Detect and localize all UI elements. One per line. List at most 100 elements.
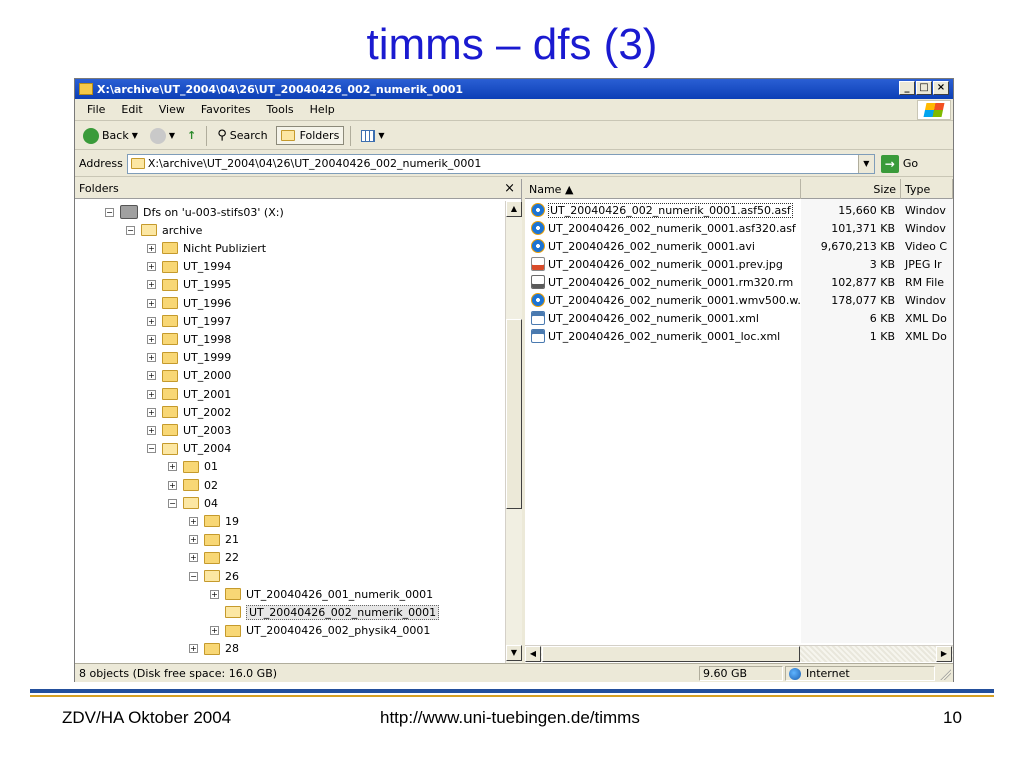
views-button[interactable]: ▼	[357, 128, 388, 144]
close-button[interactable]: ×	[933, 81, 949, 95]
tree-item[interactable]: + UT_1996	[147, 294, 231, 312]
file-row[interactable]: UT_20040426_002_numerik_0001.prev.jpg 3 K…	[525, 255, 953, 273]
menu-help[interactable]: Help	[302, 103, 343, 116]
menu-view[interactable]: View	[151, 103, 193, 116]
expand-icon[interactable]: +	[147, 407, 156, 417]
tree-item[interactable]: − Dfs on 'u-003-stifs03' (X:)	[105, 203, 284, 221]
expand-icon[interactable]: +	[147, 280, 156, 290]
file-name-cell: UT_20040426_002_numerik_0001.asf50.asf	[525, 202, 801, 218]
menu-edit[interactable]: Edit	[113, 103, 150, 116]
file-row[interactable]: UT_20040426_002_numerik_0001.xml 6 KB XML …	[525, 309, 953, 327]
tree-item[interactable]: +01	[168, 458, 218, 476]
scroll-thumb[interactable]	[506, 319, 522, 509]
back-button[interactable]: Back ▼	[79, 126, 142, 146]
tree-item[interactable]: + UT_1994	[147, 258, 231, 276]
column-header-type[interactable]: Type	[901, 179, 953, 199]
expand-icon[interactable]: +	[147, 243, 156, 253]
tree-item[interactable]: + UT_1995	[147, 276, 231, 294]
footer-page-number: 10	[943, 708, 962, 727]
file-row[interactable]: UT_20040426_002_numerik_0001.asf50.asf 15…	[525, 201, 953, 219]
scroll-left-button[interactable]: ◀	[525, 646, 541, 662]
tree-item[interactable]: +21	[189, 531, 239, 549]
tree-item[interactable]: + UT_20040426_002_physik4_0001	[210, 622, 430, 640]
expand-icon[interactable]: +	[189, 535, 198, 545]
file-name: UT_20040426_002_numerik_0001_loc.xml	[548, 329, 781, 343]
expand-icon[interactable]: +	[147, 316, 156, 326]
expand-icon[interactable]: +	[210, 626, 219, 636]
up-folder-button[interactable]: ↑	[183, 127, 200, 144]
tree-item[interactable]: +19	[189, 512, 239, 530]
toolbar-separator	[350, 125, 352, 146]
scroll-up-button[interactable]: ▲	[506, 201, 522, 217]
expand-icon[interactable]: +	[168, 480, 177, 490]
collapse-icon[interactable]: −	[189, 571, 198, 581]
scroll-right-button[interactable]: ▶	[936, 646, 952, 662]
scroll-down-button[interactable]: ▼	[506, 645, 522, 661]
file-list-horizontal-scrollbar[interactable]: ◀ ▶	[525, 645, 953, 662]
menu-favorites[interactable]: Favorites	[193, 103, 259, 116]
tree-item[interactable]: + UT_2000	[147, 367, 231, 385]
tree-item[interactable]: + UT_20040426_001_numerik_0001	[210, 585, 433, 603]
folder-icon	[183, 460, 199, 473]
resize-grip[interactable]	[939, 668, 951, 680]
tree-item[interactable]: − 04	[168, 494, 218, 512]
column-header-size[interactable]: Size	[801, 179, 901, 199]
tree-item[interactable]: UT_20040426_002_numerik_0001	[210, 603, 440, 621]
title-bar[interactable]: X:\archive\UT_2004\04\26\UT_20040426_002…	[75, 79, 953, 99]
tree-item[interactable]: + UT_2001	[147, 385, 231, 403]
file-row[interactable]: UT_20040426_002_numerik_0001_loc.xml 1 KB…	[525, 327, 953, 345]
tree-item[interactable]: + UT_1997	[147, 312, 231, 330]
search-button[interactable]: ⚲ Search	[213, 126, 271, 145]
tree-scrollbar[interactable]: ▲ ▼	[505, 201, 522, 663]
expand-icon[interactable]: +	[189, 553, 198, 563]
column-header-name[interactable]: Name ▲	[525, 179, 801, 199]
collapse-icon[interactable]: −	[147, 444, 156, 454]
expand-icon[interactable]: +	[147, 298, 156, 308]
tree-item[interactable]: +02	[168, 476, 218, 494]
maximize-button[interactable]: □	[916, 81, 932, 95]
file-row[interactable]: UT_20040426_002_numerik_0001.asf320.asf 1…	[525, 219, 953, 237]
expand-icon[interactable]: +	[147, 389, 156, 399]
file-row[interactable]: UT_20040426_002_numerik_0001.avi 9,670,21…	[525, 237, 953, 255]
expand-icon[interactable]: +	[147, 371, 156, 381]
expand-icon[interactable]: +	[147, 334, 156, 344]
collapse-icon[interactable]: −	[105, 207, 114, 217]
footer-center: http://www.uni-tuebingen.de/timms	[380, 708, 640, 727]
tree-item[interactable]: + UT_1998	[147, 330, 231, 348]
tree-item[interactable]: +22	[189, 549, 239, 567]
expand-icon[interactable]: +	[147, 425, 156, 435]
address-input[interactable]: X:\archive\UT_2004\04\26\UT_20040426_002…	[126, 153, 875, 174]
close-folders-pane-button[interactable]: ×	[504, 181, 515, 196]
tree-item[interactable]: − 26	[189, 567, 239, 585]
folder-icon	[162, 351, 178, 364]
tree-item[interactable]: + UT_2002	[147, 403, 231, 421]
expand-icon[interactable]: +	[147, 353, 156, 363]
expand-icon[interactable]: +	[189, 516, 198, 526]
address-dropdown-button[interactable]: ▼	[857, 154, 874, 173]
tree-item[interactable]: + Nicht Publiziert	[147, 239, 266, 257]
minimize-button[interactable]: _	[899, 81, 915, 95]
menu-tools[interactable]: Tools	[259, 103, 302, 116]
tree-item[interactable]: − UT_2004	[147, 440, 231, 458]
horizontal-scroll-thumb[interactable]	[542, 646, 800, 662]
address-value: X:\archive\UT_2004\04\26\UT_20040426_002…	[147, 157, 482, 170]
tree-item-label: UT_20040426_001_numerik_0001	[246, 587, 434, 601]
menu-file[interactable]: File	[79, 103, 113, 116]
collapse-icon[interactable]: −	[168, 498, 177, 508]
folders-button[interactable]: Folders	[275, 126, 345, 145]
file-row[interactable]: UT_20040426_002_numerik_0001.rm320.rm 102…	[525, 273, 953, 291]
expand-icon[interactable]: +	[168, 462, 177, 472]
tree-item[interactable]: +28	[189, 640, 239, 658]
tree-item[interactable]: + UT_1999	[147, 349, 231, 367]
expand-icon[interactable]: +	[210, 589, 219, 599]
file-row[interactable]: UT_20040426_002_numerik_0001.wmv500.w...…	[525, 291, 953, 309]
tree-item[interactable]: − archive	[126, 221, 202, 239]
expand-icon[interactable]: +	[147, 262, 156, 272]
file-type: Windov	[905, 203, 946, 217]
go-button[interactable]: → Go	[880, 154, 918, 173]
tree-item-label: UT_2004	[183, 442, 232, 456]
collapse-icon[interactable]: −	[126, 225, 135, 235]
forward-button[interactable]: ▼	[146, 126, 179, 146]
expand-icon[interactable]: +	[189, 644, 198, 654]
tree-item[interactable]: + UT_2003	[147, 421, 231, 439]
